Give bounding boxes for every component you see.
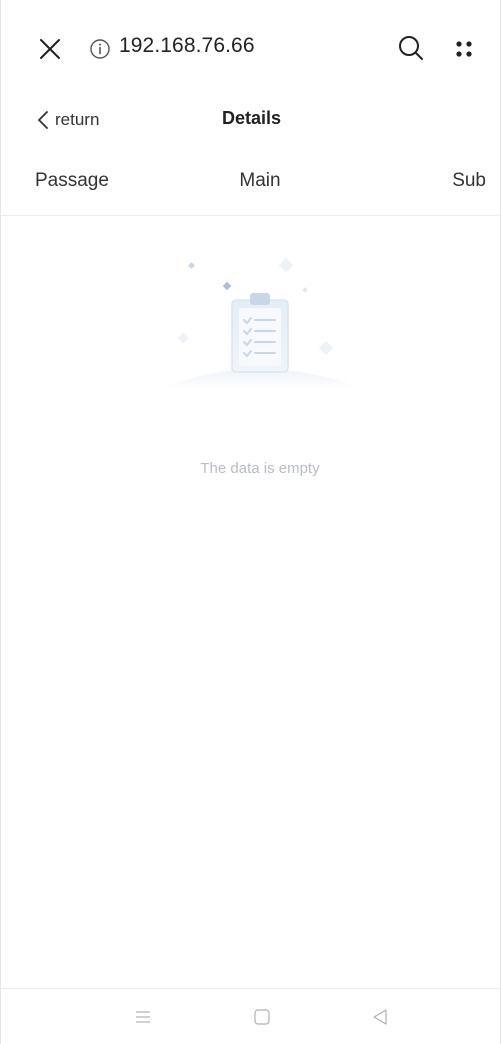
empty-illustration [151,248,371,398]
site-info-button[interactable] [89,38,111,60]
more-dots-icon [456,41,472,57]
clipboard-checklist-icon [156,257,366,390]
close-icon [40,39,60,59]
nav-back-button[interactable] [371,1008,389,1031]
page-title: Details [221,108,282,128]
system-nav-bar [1,988,501,1044]
home-square-icon [254,1009,270,1025]
app-frame: 192.168.76.66 return Details Passage Mai… [0,0,501,1044]
search-button[interactable] [397,34,425,62]
tab-bar: Passage Main Sub [1,150,501,216]
tab-main[interactable]: Main [1,170,501,192]
back-triangle-icon [373,1009,387,1025]
more-button[interactable] [453,38,475,60]
nav-menu-button[interactable] [135,1009,151,1030]
empty-message: The data is empty [200,460,320,477]
page-header: return Details [1,96,501,144]
search-icon [399,36,423,60]
menu-lines-icon [136,1011,150,1023]
close-button[interactable] [37,36,63,62]
url-text[interactable]: 192.168.76.66 [119,34,255,58]
nav-home-button[interactable] [253,1008,271,1031]
browser-bar: 192.168.76.66 [1,0,501,96]
info-icon [90,39,110,59]
tab-sub[interactable]: Sub [452,170,486,192]
